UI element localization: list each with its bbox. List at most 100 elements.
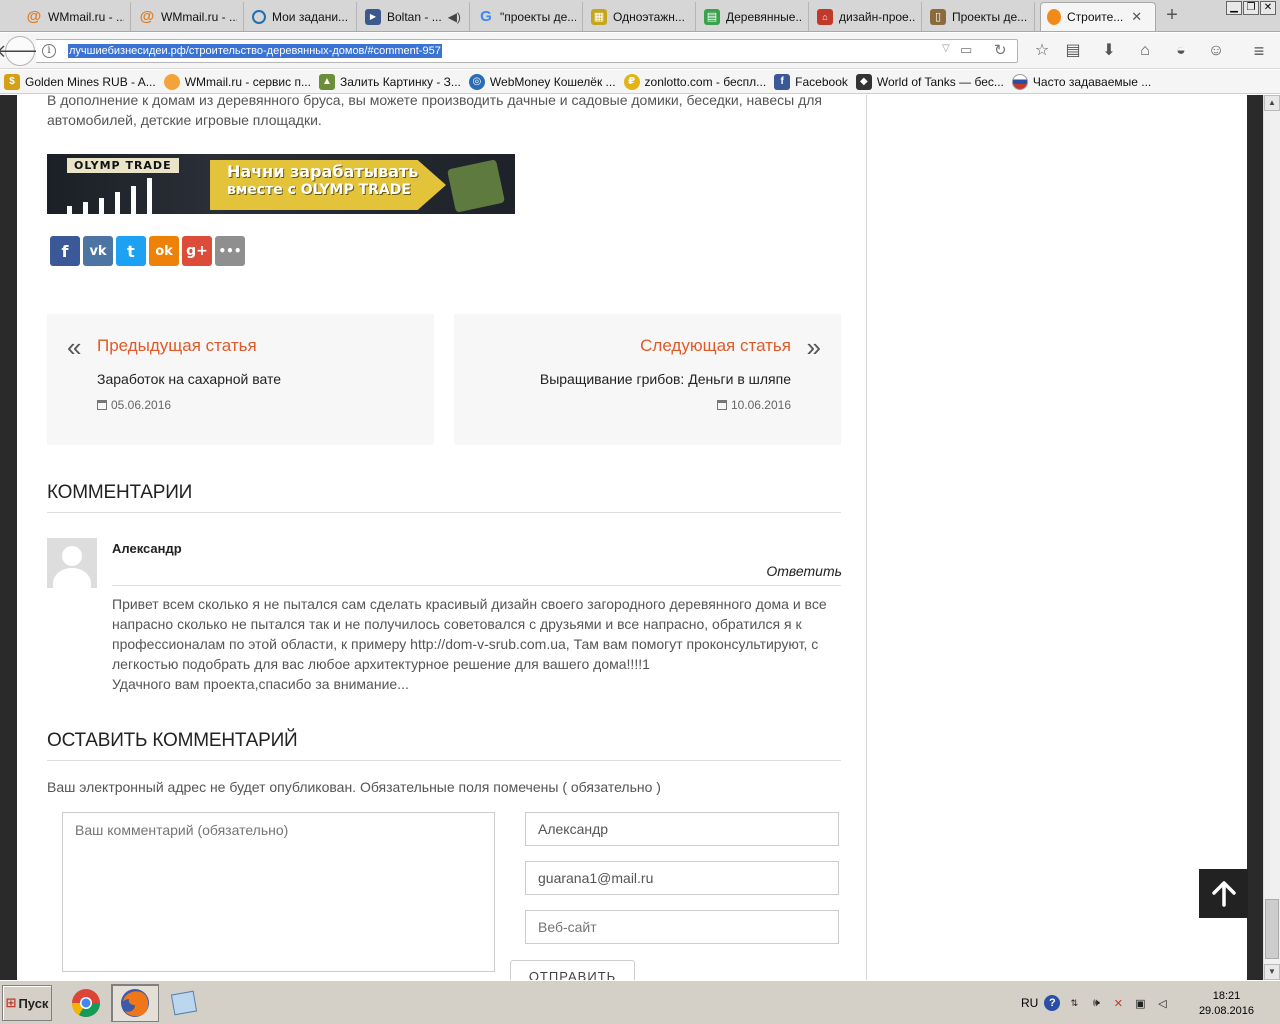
tab-one-storey[interactable]: ▦ Одноэтажн... (585, 2, 696, 31)
bookmark-item[interactable]: Часто задаваемые ... (1011, 73, 1152, 90)
download-icon[interactable]: ⬇ (1098, 40, 1120, 62)
bookmark-label: Facebook (795, 74, 848, 89)
tab-strip: @ WMmail.ru - ... @ WMmail.ru - ... Мои … (0, 0, 1280, 32)
notepad-taskbar-button[interactable] (160, 984, 208, 1022)
info-icon[interactable]: i (42, 44, 56, 58)
banner-line-2: вместе с OLYMP TRADE (227, 182, 411, 198)
vk-share-button[interactable]: vk (83, 236, 113, 266)
speaker-icon[interactable]: ◀) (448, 10, 461, 24)
coin-icon: $ (4, 73, 20, 90)
tab-title: WMmail.ru - ... (161, 9, 237, 24)
email-field[interactable] (525, 861, 839, 895)
bookmark-label: Golden Mines RUB - A... (25, 74, 156, 89)
network-icon[interactable]: ▣ (1132, 995, 1148, 1011)
previous-article-card[interactable]: « Предыдущая статья Заработок на сахарно… (47, 314, 434, 445)
website-field[interactable] (525, 910, 839, 944)
bookmark-item[interactable]: ▲ Залить Картинку - З... (318, 73, 461, 90)
double-chevron-left-icon: « (67, 332, 82, 362)
chrome-taskbar-button[interactable] (62, 984, 110, 1022)
bookmark-item[interactable]: WMmail.ru - сервис п... (163, 73, 311, 90)
banner-bar (67, 206, 72, 214)
next-article-title[interactable]: Выращивание грибов: Деньги в шляпе (540, 371, 791, 387)
tab-wmmail-1[interactable]: @ WMmail.ru - ... (20, 2, 131, 31)
start-button[interactable]: ⊞ Пуск (2, 985, 52, 1021)
facebook-icon: f (774, 73, 791, 90)
vertical-scrollbar[interactable]: ▲ ▼ (1263, 95, 1280, 980)
minimize-button[interactable]: ▁ (1226, 1, 1242, 15)
bookmark-item[interactable]: ◎ WebMoney Кошелёк ... (468, 73, 616, 90)
back-button[interactable]: 🡐 (0, 36, 44, 66)
submit-button[interactable]: ОТПРАВИТЬ (510, 960, 635, 980)
tab-tasks[interactable]: Мои задани... (246, 2, 357, 31)
speaker-icon[interactable]: ◁ (1154, 995, 1170, 1011)
close-tab-icon[interactable]: ✕ (1131, 9, 1142, 25)
language-indicator[interactable]: RU (1021, 996, 1038, 1010)
next-article-label[interactable]: Следующая статья (640, 336, 791, 356)
close-window-button[interactable]: ✕ (1260, 1, 1276, 15)
previous-article-title[interactable]: Заработок на сахарной вате (97, 371, 281, 387)
house-icon: ⌂ (817, 8, 833, 25)
reload-icon[interactable]: ↻ (994, 41, 1007, 59)
new-tab-button[interactable]: + (1162, 4, 1182, 27)
tab-wooden[interactable]: ▤ Деревянные... (698, 2, 809, 31)
chat-icon[interactable]: ☺ (1205, 40, 1227, 62)
twitter-icon: t (127, 241, 135, 261)
banner-logo: OLYMP TRADE (67, 158, 179, 173)
shield-icon: ◆ (855, 73, 872, 90)
clock[interactable]: 18:21 29.08.2016 (1199, 989, 1254, 1019)
tab-google[interactable]: G "проекты де... (472, 2, 583, 31)
address-bar[interactable]: i лучшиебизнесидеи.рф/строительство-дере… (36, 39, 1018, 63)
bookmarks-list-icon[interactable]: ▤ (1062, 40, 1084, 62)
scroll-down-icon[interactable]: ▼ (1264, 964, 1280, 980)
tab-active-construction[interactable]: Строите... ✕ (1040, 2, 1156, 31)
bookmark-label: Часто задаваемые ... (1032, 74, 1152, 89)
tab-projects[interactable]: ▯ Проекты де... (924, 2, 1035, 31)
windows-logo-icon: ⊞ (5, 995, 17, 1010)
tab-title: Одноэтажн... (613, 9, 685, 24)
tab-title: "проекты де... (500, 9, 576, 24)
doc-icon: ▤ (704, 8, 720, 25)
comment-textarea[interactable] (62, 812, 495, 972)
tab-boltan[interactable]: ▶ Boltan - ... ◀) (359, 2, 470, 31)
more-share-button[interactable]: ••• (215, 236, 245, 266)
scroll-to-top-button[interactable] (1199, 869, 1248, 918)
name-field[interactable] (525, 812, 839, 846)
antivirus-icon[interactable]: ✕ (1110, 995, 1126, 1011)
facebook-share-button[interactable]: f (50, 236, 80, 266)
ok-share-button[interactable]: ok (149, 236, 179, 266)
help-icon[interactable]: ? (1044, 995, 1061, 1011)
bookmark-item[interactable]: f Facebook (774, 73, 848, 90)
pocket-icon[interactable]: ◒ (1170, 40, 1192, 62)
bookmark-item[interactable]: ₽ zonlotto.com - беспл... (623, 73, 767, 90)
next-article-card[interactable]: Следующая статья » Выращивание грибов: Д… (454, 314, 841, 445)
scroll-thumb[interactable] (1265, 899, 1279, 959)
tab-wmmail-2[interactable]: @ WMmail.ru - ... (133, 2, 244, 31)
bookmark-item[interactable]: $ Golden Mines RUB - A... (4, 73, 156, 90)
facebook-icon: f (61, 241, 69, 261)
vk-icon: vk (89, 243, 107, 259)
scroll-up-icon[interactable]: ▲ (1264, 95, 1280, 111)
arrows-icon[interactable]: ⇅ (1066, 995, 1082, 1011)
home-icon[interactable]: ⌂ (1134, 40, 1156, 62)
restore-button[interactable]: ❐ (1243, 1, 1259, 15)
avatar-body (53, 568, 91, 588)
previous-article-label[interactable]: Предыдущая статья (97, 336, 257, 356)
bookmark-star-icon[interactable]: ☆ (1031, 40, 1053, 62)
avatar (47, 538, 97, 588)
firefox-taskbar-button[interactable] (111, 984, 159, 1022)
calendar-icon (716, 400, 727, 410)
volume-icon[interactable]: 🕪 (1088, 995, 1104, 1011)
url-text[interactable]: лучшиебизнесидеи.рф/строительство-деревя… (68, 44, 442, 58)
twitter-share-button[interactable]: t (116, 236, 146, 266)
bookmark-item[interactable]: ◆ World of Tanks — бес... (855, 73, 1004, 90)
ad-banner[interactable]: OLYMP TRADE Начни зарабатывать вместе с … (47, 154, 515, 214)
bookmark-label: zonlotto.com - беспл... (644, 74, 767, 89)
tab-design[interactable]: ⌂ дизайн-прое... (811, 2, 922, 31)
googleplus-share-button[interactable]: g+ (182, 236, 212, 266)
reply-link[interactable]: Ответить (766, 563, 842, 579)
tab-title: Мои задани... (272, 9, 349, 24)
banner-bar (147, 178, 152, 214)
menu-icon[interactable]: ≡ (1248, 40, 1270, 62)
dropdown-icon[interactable]: ▽ (942, 43, 950, 54)
reader-view-icon[interactable]: ▭ (960, 42, 972, 58)
